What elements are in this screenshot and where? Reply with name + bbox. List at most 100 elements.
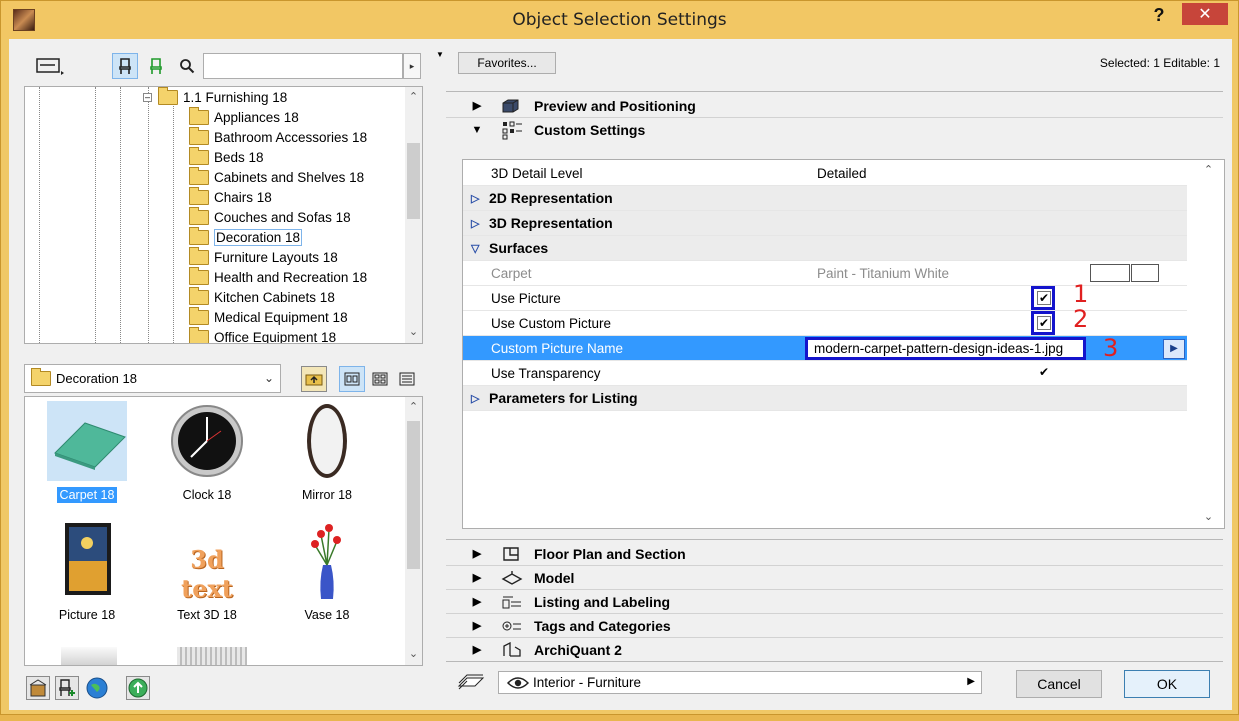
panel-menu-icon[interactable]: ▼: [436, 50, 444, 59]
carpet-icon: [47, 401, 127, 481]
scroll-thumb[interactable]: [407, 421, 420, 569]
annotation-1: 1: [1073, 280, 1089, 308]
vase-icon: [287, 521, 367, 601]
use-transparency-checkbox[interactable]: ✔: [1037, 366, 1051, 380]
param-row-custom-picture-name[interactable]: Custom Picture Name modern-carpet-patter…: [463, 334, 1187, 362]
highlight-box: [1031, 311, 1055, 335]
preview-cube-icon: [500, 97, 524, 115]
dialog-body: ▸ – 1.1 Furnishing 18 Appliances 18 Bath…: [9, 39, 1232, 710]
tree-item[interactable]: Furniture Layouts 18: [189, 246, 338, 267]
tree-item[interactable]: Medical Equipment 18: [189, 306, 348, 327]
custom-picture-name-input[interactable]: modern-carpet-pattern-design-ideas-1.jpg: [805, 337, 1086, 360]
section-listing-labeling[interactable]: ▶ Listing and Labeling: [446, 590, 1223, 614]
scroll-up-icon[interactable]: ⌃: [405, 399, 422, 416]
section-model[interactable]: ▶ Model: [446, 566, 1223, 590]
scroll-thumb[interactable]: [407, 143, 420, 219]
scroll-up-icon[interactable]: ⌃: [405, 89, 422, 106]
tree-item[interactable]: Chairs 18: [189, 186, 272, 207]
chevron-down-icon: ⌄: [263, 371, 274, 385]
gallery-item-vase[interactable]: Vase 18: [277, 521, 377, 623]
param-row-use-transparency[interactable]: Use Transparency ✔: [463, 361, 1187, 386]
green-object-icon[interactable]: [143, 53, 169, 79]
add-object-icon[interactable]: [55, 676, 79, 700]
scroll-down-icon[interactable]: ⌄: [405, 646, 422, 663]
scroll-down-icon[interactable]: ⌄: [405, 324, 422, 341]
param-row[interactable]: 3D Detail Level Detailed: [463, 161, 1187, 186]
annotation-2: 2: [1073, 305, 1089, 333]
selection-info: Selected: 1 Editable: 1: [1099, 56, 1220, 70]
help-button[interactable]: ?: [1146, 3, 1172, 27]
group-parameters-listing[interactable]: ▷ Parameters for Listing: [463, 386, 1187, 411]
ok-button[interactable]: OK: [1124, 670, 1210, 698]
expand-arrow-icon: ▷: [471, 192, 480, 205]
section-archiquant[interactable]: ▶ ArchiQuant 2: [446, 638, 1223, 662]
title-bar: Object Selection Settings ? ✕: [1, 1, 1238, 39]
search-go-button[interactable]: ▸: [403, 53, 421, 79]
small-icons-view-icon[interactable]: [367, 366, 393, 392]
layer-select[interactable]: Interior - Furniture ▶: [498, 671, 982, 694]
floor-plan-icon: [500, 545, 524, 563]
tree-item[interactable]: Couches and Sofas 18: [189, 206, 351, 227]
folder-icon: [189, 266, 209, 285]
tree-item-furnishing[interactable]: – 1.1 Furnishing 18: [143, 87, 287, 107]
large-icons-view-icon[interactable]: [339, 366, 365, 392]
section-floor-plan[interactable]: ▶ Floor Plan and Section: [446, 542, 1223, 566]
scroll-up-icon[interactable]: ⌃: [1200, 162, 1217, 179]
folder-icon: [189, 106, 209, 125]
upload-icon[interactable]: [126, 676, 150, 700]
group-surfaces[interactable]: ▽ Surfaces: [463, 236, 1187, 261]
scroll-down-icon[interactable]: ⌄: [1200, 509, 1217, 526]
collapse-icon[interactable]: –: [143, 92, 152, 102]
gallery-item-text-3d[interactable]: 3d text Text 3D 18: [157, 521, 257, 623]
object-chair-icon[interactable]: [112, 53, 138, 79]
gallery-scrollbar[interactable]: ⌃ ⌄: [405, 397, 422, 665]
param-row-use-custom-picture[interactable]: Use Custom Picture ✔ 2: [463, 305, 1187, 336]
material-swatch[interactable]: [1090, 264, 1130, 282]
group-2d-representation[interactable]: ▷ 2D Representation: [463, 186, 1187, 211]
expand-arrow-icon: ▷: [471, 392, 480, 405]
tree-item[interactable]: Cabinets and Shelves 18: [189, 166, 364, 187]
object-gallery[interactable]: Carpet 18 Clock 18 Mirror 18 Picture 18: [24, 396, 423, 666]
tree-item[interactable]: Kitchen Cabinets 18: [189, 286, 335, 307]
collapse-arrow-icon: ▼: [471, 124, 483, 136]
folder-up-icon[interactable]: [301, 366, 327, 392]
text-3d-icon: 3d text: [181, 545, 233, 603]
search-input[interactable]: [203, 53, 403, 79]
favorites-button[interactable]: Favorites...: [458, 52, 556, 74]
close-button[interactable]: ✕: [1182, 3, 1228, 25]
tags-icon: [500, 617, 524, 635]
gallery-item-carpet[interactable]: Carpet 18: [37, 401, 137, 503]
group-3d-representation[interactable]: ▷ 3D Representation: [463, 211, 1187, 236]
search-icon[interactable]: [174, 53, 200, 79]
section-tags-categories[interactable]: ▶ Tags and Categories: [446, 614, 1223, 638]
expand-arrow-icon: ▶: [472, 596, 482, 608]
library-folder-select[interactable]: Decoration 18 ⌄: [24, 364, 281, 393]
clock-icon: [167, 401, 247, 481]
gallery-item-partial: [61, 647, 117, 665]
archiquant-icon: [500, 641, 524, 659]
tree-scrollbar[interactable]: ⌃ ⌄: [405, 87, 422, 343]
tree-item[interactable]: Appliances 18: [189, 106, 299, 127]
tree-item[interactable]: Bathroom Accessories 18: [189, 126, 367, 147]
collapse-arrow-icon: ▽: [471, 242, 480, 255]
tree-item-selected[interactable]: Decoration 18: [189, 226, 303, 247]
library-manager-icon[interactable]: [26, 676, 50, 700]
folder-icon: [189, 166, 209, 185]
highlight-box: [1031, 286, 1055, 310]
library-tree[interactable]: – 1.1 Furnishing 18 Appliances 18 Bathro…: [24, 86, 423, 344]
tree-item[interactable]: Health and Recreation 18: [189, 266, 367, 287]
gallery-item-clock[interactable]: Clock 18: [157, 401, 257, 503]
section-custom-settings[interactable]: ▼ Custom Settings: [446, 118, 1223, 142]
view-mode-icon[interactable]: [31, 53, 69, 79]
section-preview-positioning[interactable]: ▶ Preview and Positioning: [446, 94, 1223, 118]
globe-icon[interactable]: [85, 676, 109, 700]
material-swatch[interactable]: [1131, 264, 1159, 282]
browse-button[interactable]: ▶: [1163, 339, 1185, 359]
tree-item[interactable]: Beds 18: [189, 146, 264, 167]
tree-item[interactable]: Office Equipment 18: [189, 326, 336, 343]
settings-scrollbar[interactable]: ⌃ ⌄: [1194, 160, 1224, 528]
list-view-icon[interactable]: [394, 366, 420, 392]
gallery-item-mirror[interactable]: Mirror 18: [277, 401, 377, 503]
gallery-item-picture[interactable]: Picture 18: [37, 521, 137, 623]
cancel-button[interactable]: Cancel: [1016, 670, 1102, 698]
